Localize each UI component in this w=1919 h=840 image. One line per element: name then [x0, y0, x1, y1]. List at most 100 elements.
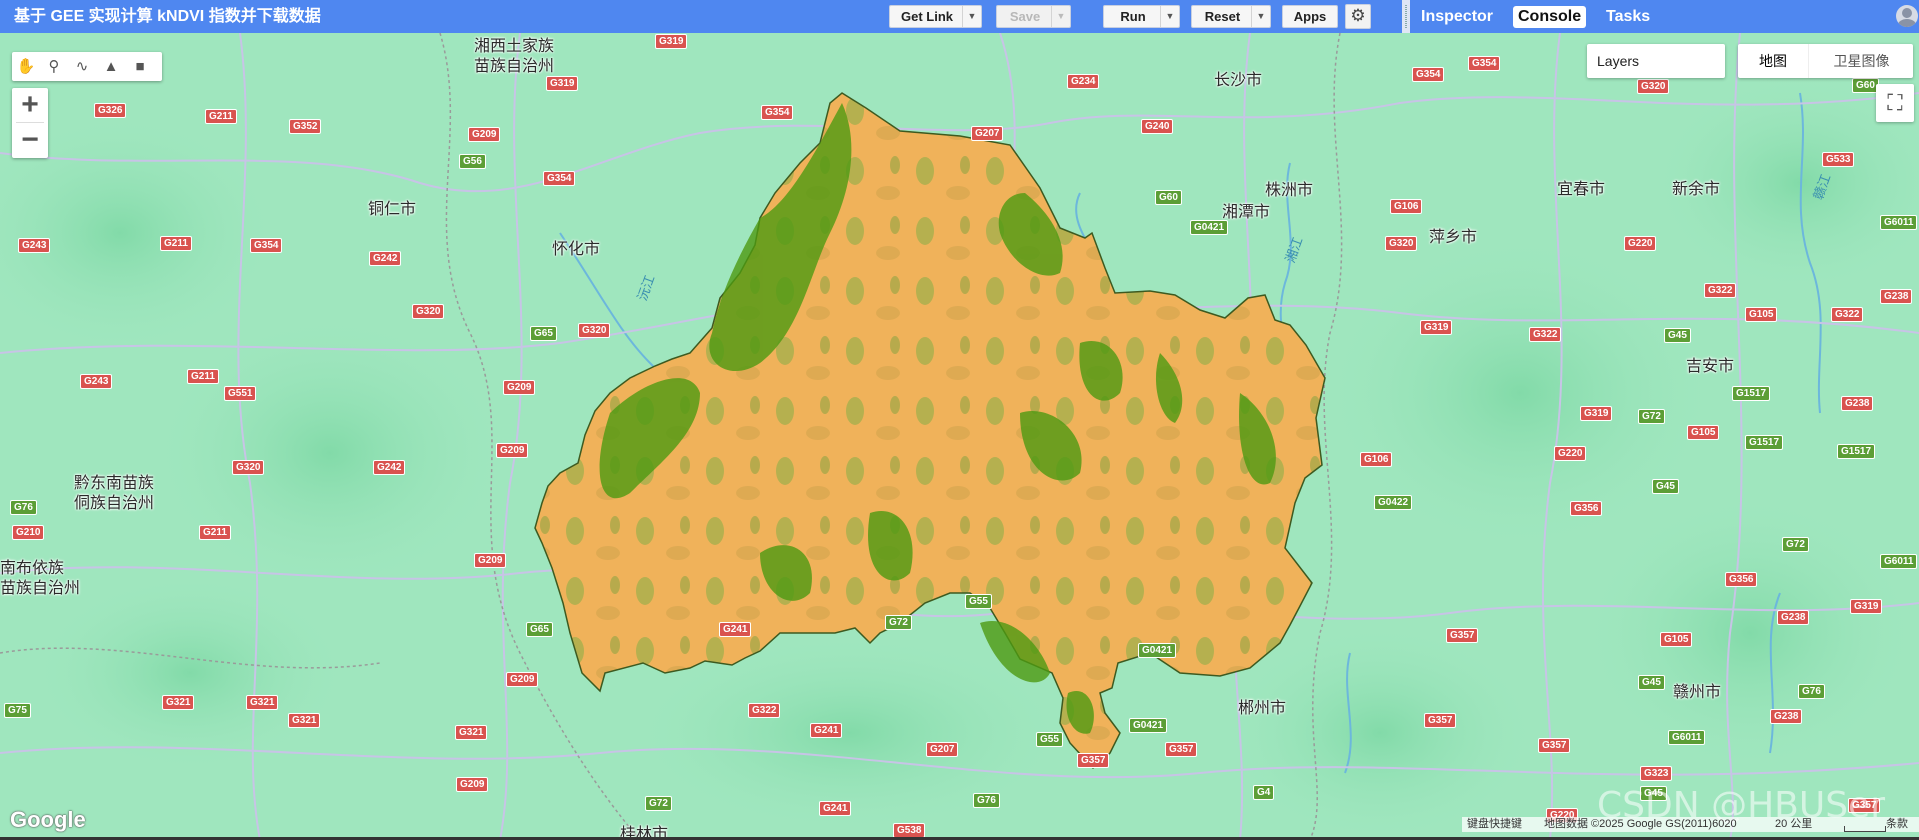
highway-shield: G211	[205, 109, 237, 124]
highway-shield: G76	[10, 500, 37, 515]
highway-shield: G319	[1580, 406, 1613, 421]
highway-shield: G241	[810, 723, 843, 738]
highway-shield: G0421	[1138, 643, 1177, 658]
highway-shield: G240	[1141, 119, 1174, 134]
highway-shield: G354	[1412, 67, 1445, 82]
gear-icon[interactable]: ⚙	[1345, 4, 1371, 29]
highway-shield: G76	[973, 793, 1000, 808]
tab-tasks[interactable]: Tasks	[1601, 6, 1655, 28]
highway-shield: G209	[474, 553, 507, 568]
highway-shield: G45	[1638, 675, 1665, 690]
fullscreen-icon[interactable]: ⛶	[1876, 84, 1914, 122]
highway-shield: G106	[1360, 452, 1393, 467]
map-canvas[interactable]: 湘西土家族 苗族自治州 长沙市 株洲市 湘潭市 铜仁市 怀化市 宜春市 新余市 萍乡市 吉安市 黔东南…	[0, 33, 1919, 840]
highway-shield: G320	[1385, 236, 1418, 251]
hand-icon[interactable]: ✋	[15, 56, 37, 77]
highway-shield: G321	[288, 713, 321, 728]
run-dropdown-icon[interactable]: ▼	[1160, 6, 1179, 27]
highway-shield: G209	[503, 380, 536, 395]
highway-shield: G105	[1745, 307, 1778, 322]
highway-shield: G65	[530, 326, 557, 341]
zoom-in-button[interactable]: +	[12, 88, 48, 123]
highway-shield: G60	[1155, 190, 1182, 205]
keyboard-shortcuts-link[interactable]: 键盘快捷键	[1467, 817, 1522, 832]
map-type-satellite[interactable]: 卫星图像	[1808, 44, 1914, 78]
highway-shield: G357	[1165, 742, 1198, 757]
highway-shield: G72	[885, 615, 912, 630]
city-label: 湘潭市	[1222, 204, 1271, 221]
highway-shield: G319	[1850, 599, 1883, 614]
apps-label: Apps	[1293, 9, 1327, 24]
map-data-attribution[interactable]: 地图数据 ©2025 Google GS(2011)6020	[1544, 817, 1737, 832]
highway-shield: G321	[455, 725, 488, 740]
city-label: 怀化市	[552, 241, 601, 258]
save-label: Save	[1009, 9, 1041, 24]
highway-shield: G238	[1770, 709, 1803, 724]
reset-label: Reset	[1204, 9, 1241, 24]
highway-shield: G243	[18, 238, 51, 253]
map-type-map[interactable]: 地图	[1738, 44, 1808, 78]
highway-shield: G352	[289, 119, 322, 134]
highway-shield: G357	[1538, 738, 1571, 753]
city-label: 南布依族	[0, 560, 65, 577]
get-link-button[interactable]: Get Link ▼	[889, 5, 982, 28]
highway-shield: G6011	[1880, 215, 1918, 230]
highway-shield: G243	[80, 374, 113, 389]
highway-shield: G357	[1077, 753, 1110, 768]
zoom-out-button[interactable]: −	[12, 123, 48, 158]
city-label: 赣州市	[1673, 684, 1722, 701]
highway-shield: G76	[1798, 684, 1825, 699]
highway-shield: G322	[748, 703, 781, 718]
highway-shield: G238	[1880, 289, 1913, 304]
highway-shield: G0422	[1374, 495, 1413, 510]
highway-shield: G533	[1822, 152, 1855, 167]
save-button[interactable]: Save ▼	[996, 5, 1071, 28]
scale-bar	[1844, 826, 1886, 832]
city-label: 铜仁市	[368, 201, 417, 218]
highway-shield: G209	[468, 127, 501, 142]
rectangle-icon[interactable]: ■	[129, 56, 151, 77]
highway-shield: G320	[1637, 79, 1670, 94]
panel-splitter[interactable]	[1402, 0, 1410, 33]
highway-shield: G238	[1777, 610, 1810, 625]
tab-console[interactable]: Console	[1513, 6, 1587, 28]
highway-shield: G234	[1067, 74, 1100, 89]
highway-shield: G356	[1570, 501, 1603, 516]
city-label: 长沙市	[1214, 72, 1263, 89]
line-icon[interactable]: ∿	[71, 56, 93, 77]
highway-shield: G6011	[1880, 554, 1918, 569]
highway-shield: G1517	[1837, 444, 1876, 459]
highway-shield: G65	[526, 622, 553, 637]
polygon-icon[interactable]: ▲	[100, 56, 122, 77]
run-button[interactable]: Run ▼	[1103, 5, 1180, 28]
highway-shield: G354	[1468, 56, 1501, 71]
highway-shield: G6011	[1668, 730, 1706, 745]
highway-shield: G105	[1687, 425, 1720, 440]
get-link-dropdown-icon[interactable]: ▼	[962, 6, 981, 27]
highway-shield: G207	[926, 742, 959, 757]
highway-shield: G209	[496, 443, 529, 458]
highway-shield: G45	[1652, 479, 1679, 494]
marker-icon[interactable]: ⚲	[43, 56, 65, 77]
reset-dropdown-icon[interactable]: ▼	[1251, 6, 1270, 27]
zoom-control: + −	[12, 88, 48, 158]
tab-inspector[interactable]: Inspector	[1416, 6, 1498, 28]
terms-link[interactable]: 条款	[1886, 817, 1908, 832]
highway-shield: G106	[1390, 199, 1423, 214]
layers-button[interactable]: Layers	[1587, 44, 1725, 78]
highway-shield: G60	[1852, 78, 1879, 93]
highway-shield: G211	[160, 236, 192, 251]
highway-shield: G319	[655, 34, 688, 49]
highway-shield: G72	[645, 796, 672, 811]
highway-shield: G220	[1624, 236, 1657, 251]
highway-shield: G1517	[1732, 386, 1771, 401]
account-avatar[interactable]	[1896, 5, 1918, 27]
script-title[interactable]: 基于 GEE 实现计算 kNDVI 指数并下载数据	[14, 0, 321, 33]
highway-shield: G105	[1660, 632, 1693, 647]
apps-button[interactable]: Apps	[1282, 5, 1338, 28]
highway-shield: G45	[1664, 328, 1691, 343]
city-label: 苗族自治州	[474, 58, 555, 75]
reset-button[interactable]: Reset ▼	[1191, 5, 1271, 28]
save-dropdown-icon[interactable]: ▼	[1051, 6, 1070, 27]
highway-shield: G220	[1554, 446, 1587, 461]
